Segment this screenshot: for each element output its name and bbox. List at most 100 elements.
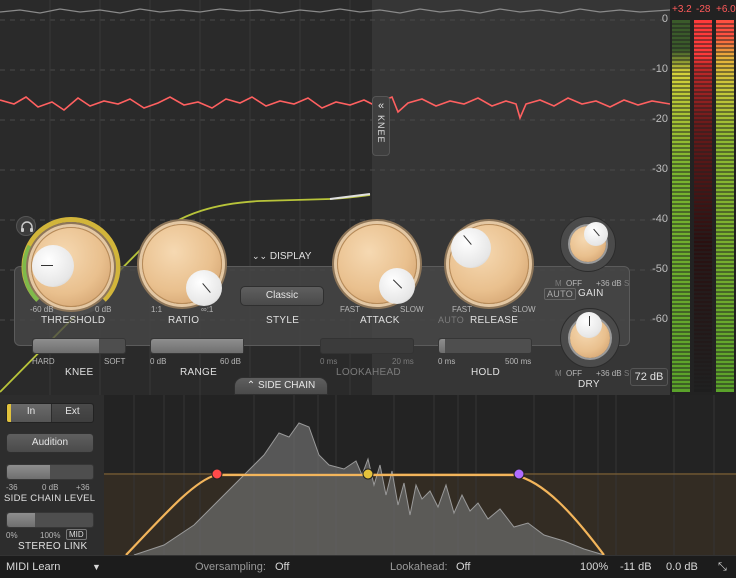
side-chain-toggle[interactable]: ⌃ SIDE CHAIN <box>234 377 328 395</box>
ratio-min: 1:1 <box>151 305 163 314</box>
stereo-link-fill <box>7 513 35 527</box>
side-chain-section: In Ext Audition -36 0 dB +36 SIDE CHAIN … <box>0 395 736 555</box>
gain-s[interactable]: S <box>624 279 629 288</box>
range-slider-label: RANGE <box>180 367 218 378</box>
range-slider[interactable] <box>150 338 244 354</box>
gain-knob[interactable] <box>560 216 616 272</box>
sc-eq-svg <box>104 395 736 555</box>
sc-ext-button[interactable]: Ext <box>51 404 93 422</box>
dry-max: +36 dB <box>596 369 622 378</box>
knee-max: SOFT <box>104 357 126 366</box>
output-gain-readout[interactable]: 0.0 dB <box>666 561 698 573</box>
lookahead-min: 0 ms <box>320 357 338 366</box>
lookahead-slider[interactable] <box>320 338 414 354</box>
side-chain-toggle-label: SIDE CHAIN <box>257 380 316 391</box>
dry-m[interactable]: M <box>555 369 562 378</box>
hold-slider[interactable] <box>438 338 532 354</box>
ratio-label: RATIO <box>168 315 200 326</box>
lookahead-max: 20 ms <box>392 357 414 366</box>
release-knob[interactable] <box>445 220 533 308</box>
knee-display-toggle[interactable]: « KNEE <box>372 96 390 156</box>
lookahead-bottom-value[interactable]: Off <box>456 561 470 573</box>
meter-segment-lines <box>670 23 736 389</box>
sc-eq-node-lowcut[interactable] <box>211 468 223 480</box>
sc-eq-node-mid[interactable] <box>362 468 374 480</box>
db-tick-40: -40 <box>652 213 668 225</box>
sc-eq-node-highcut[interactable] <box>513 468 525 480</box>
release-label: RELEASE <box>470 315 519 326</box>
db-tick-0: 0 <box>661 13 668 25</box>
knee-min: HARD <box>32 357 55 366</box>
gain-auto[interactable]: AUTO <box>544 288 577 300</box>
db-tick-20: -20 <box>652 113 668 125</box>
oversampling-value[interactable]: Off <box>275 561 289 573</box>
gain-max: +36 dB <box>596 279 622 288</box>
sc-level-slider[interactable] <box>6 464 94 480</box>
attack-label: ATTACK <box>360 315 400 326</box>
stereo-link-min: 0% <box>6 531 18 540</box>
range-readout[interactable]: 72 dB <box>630 368 668 386</box>
dry-label: DRY <box>578 379 600 390</box>
resize-icon[interactable]: ⤡ <box>718 561 727 574</box>
threshold-label: THRESHOLD <box>41 315 106 326</box>
chevron-down-icon: ⌄⌄ <box>252 251 268 261</box>
attack-min: FAST <box>340 305 361 314</box>
range-min: 0 dB <box>150 357 167 366</box>
display-toggle[interactable]: ⌄⌄ DISPLAY <box>252 251 316 265</box>
style-label: STYLE <box>266 315 300 326</box>
bottom-status-bar: MIDI Learn ▼ Oversampling: Off Lookahead… <box>0 555 736 578</box>
chevron-up-icon: ⌃ <box>246 380 256 391</box>
display-toggle-label: DISPLAY <box>269 251 312 262</box>
range-slider-fill <box>151 339 243 353</box>
lookahead-bottom-label: Lookahead: <box>390 561 448 573</box>
release-min: FAST <box>452 305 473 314</box>
sc-level-fill <box>7 465 50 479</box>
release-auto[interactable]: AUTO <box>438 315 464 325</box>
oversampling-label: Oversampling: <box>195 561 266 573</box>
lookahead-slider-label: LOOKAHEAD <box>336 367 401 378</box>
hold-max: 500 ms <box>505 357 532 366</box>
side-chain-eq-display[interactable] <box>104 395 736 555</box>
sc-level-mid: 0 dB <box>42 483 59 492</box>
side-chain-controls: In Ext Audition -36 0 dB +36 SIDE CHAIN … <box>0 395 104 555</box>
left-peak-readout[interactable]: +3.2 <box>672 4 692 15</box>
knee-tab-label: KNEE <box>376 115 386 144</box>
right-peak-readout[interactable]: +6.0 <box>716 4 736 15</box>
gain-off: OFF <box>566 279 582 288</box>
ratio-knob[interactable] <box>138 220 226 308</box>
knee-slider-label: KNEE <box>65 367 94 378</box>
attack-knob[interactable] <box>333 220 421 308</box>
style-button[interactable]: Classic <box>240 286 324 306</box>
stereo-link-label: STEREO LINK <box>18 541 88 552</box>
chevrons-left-icon: « <box>377 100 385 112</box>
db-tick-60: -60 <box>652 313 668 325</box>
gr-peak-readout[interactable]: -28 <box>696 4 710 15</box>
audition-button[interactable]: Audition <box>6 433 94 453</box>
stereo-link-mid-button[interactable]: MID <box>66 529 87 540</box>
sc-level-max: +36 <box>76 483 90 492</box>
midi-learn-button[interactable]: MIDI Learn <box>6 561 60 573</box>
db-tick-30: -30 <box>652 163 668 175</box>
sc-level-min: -36 <box>6 483 18 492</box>
sc-level-label: SIDE CHAIN LEVEL <box>4 493 96 504</box>
knee-slider-fill <box>33 339 100 353</box>
dry-off: OFF <box>566 369 582 378</box>
dry-s[interactable]: S <box>624 369 629 378</box>
stereo-link-slider[interactable] <box>6 512 94 528</box>
zoom-readout[interactable]: 100% <box>580 561 608 573</box>
hold-slider-label: HOLD <box>471 367 500 378</box>
threshold-max: 0 dB <box>95 305 112 314</box>
hold-min: 0 ms <box>438 357 456 366</box>
dry-knob[interactable] <box>560 308 620 368</box>
sc-in-button[interactable]: In <box>11 404 51 422</box>
gain-m[interactable]: M <box>555 279 562 288</box>
input-gain-readout[interactable]: -11 dB <box>620 561 652 573</box>
sc-source-switch: In Ext <box>6 403 94 423</box>
compression-graph: 0 -10 -20 -30 -40 -50 -60 « KNEE ⌄⌄ DISP… <box>0 0 670 395</box>
level-meters: +3.2 -28 +6.0 <box>670 0 736 395</box>
attack-max: SLOW <box>400 305 424 314</box>
midi-learn-dropdown-icon[interactable]: ▼ <box>92 562 101 572</box>
threshold-knob[interactable] <box>27 223 115 311</box>
release-max: SLOW <box>512 305 536 314</box>
knee-slider[interactable] <box>32 338 126 354</box>
